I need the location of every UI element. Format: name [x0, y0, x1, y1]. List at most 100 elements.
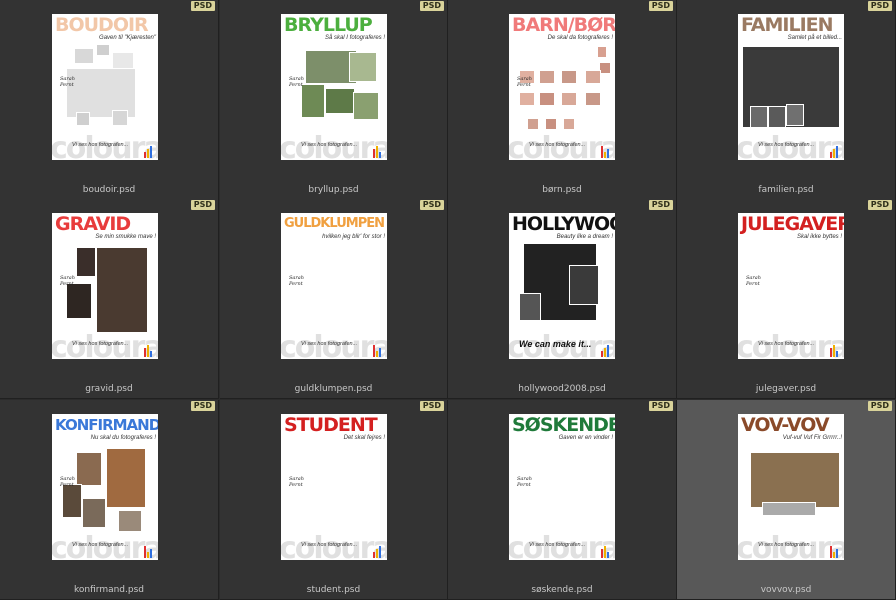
collage-photo: [96, 247, 148, 333]
color-bars: [601, 146, 609, 158]
file-thumbnail[interactable]: SØSKENDE Gaven er en vinder ! Sarah Pernt c…: [509, 414, 615, 560]
thumbnail-subtitle: Det skal fejres !: [343, 435, 385, 441]
color-bar: [147, 345, 149, 357]
collage-photo: [76, 112, 90, 126]
collage-photo: [762, 502, 816, 516]
signature: Sarah Pernt: [746, 275, 761, 287]
color-bar: [607, 149, 609, 158]
thumbnail-subtitle: De skal da fotograferes !: [547, 35, 613, 41]
psd-badge: PSD: [190, 1, 215, 11]
signature: Sarah Pernt: [289, 476, 304, 488]
color-bar: [601, 549, 603, 558]
color-bar: [604, 152, 606, 158]
collage-photo: [106, 448, 146, 508]
file-tile-12[interactable]: PSD VOV-VOV Vuf-vuf Vuf Fir Grrrrr..! colou…: [677, 400, 896, 600]
file-thumbnail[interactable]: STUDENT Det skal fejres ! Sarah Pernt colou…: [281, 414, 387, 560]
thumbnail-title: STUDENT: [284, 414, 378, 436]
file-tile-3[interactable]: PSD BARN/BØRNDe skal da fotograferes ! Sar…: [448, 0, 677, 200]
signature: Sarah Pernt: [517, 476, 532, 488]
file-tile-6[interactable]: PSD GULDKLUMPEN hvilken jeg blir' for stor…: [220, 199, 448, 399]
color-bars: [373, 345, 381, 357]
file-name[interactable]: børn.psd: [448, 185, 676, 195]
file-name[interactable]: julegaver.psd: [677, 384, 895, 394]
psd-badge: PSD: [190, 200, 215, 210]
file-thumbnail[interactable]: GULDKLUMPEN hvilken jeg blir' for stor ! S…: [281, 213, 387, 359]
file-name[interactable]: guldklumpen.psd: [220, 384, 447, 394]
tagline: Vi ses hos fotografen...: [72, 341, 129, 347]
tagline: Vi ses hos fotografen...: [72, 542, 129, 548]
file-name[interactable]: boudoir.psd: [0, 185, 218, 195]
file-name[interactable]: student.psd: [220, 585, 447, 595]
color-bar: [836, 549, 838, 558]
file-tile-2[interactable]: PSD BRYLLUP Så skal I fotograferes ! Sarah …: [220, 0, 448, 200]
psd-badge: PSD: [648, 1, 673, 11]
file-tile-7[interactable]: PSD HOLLYWOODBeauty like a dream !coloura…: [448, 199, 677, 399]
collage-photo: [76, 247, 96, 277]
color-bar: [147, 552, 149, 558]
file-thumbnail[interactable]: BRYLLUP Så skal I fotograferes ! Sarah Per…: [281, 14, 387, 160]
file-thumbnail[interactable]: HOLLYWOODBeauty like a dream !colourart.…: [509, 213, 615, 359]
psd-badge: PSD: [867, 401, 892, 411]
file-name[interactable]: søskende.psd: [448, 585, 676, 595]
collage-photo: [569, 265, 599, 305]
collage-photo: [786, 104, 804, 126]
file-name[interactable]: gravid.psd: [0, 384, 218, 394]
color-bar: [144, 152, 146, 158]
psd-badge: PSD: [648, 200, 673, 210]
collage-photo: [597, 46, 607, 58]
thumbnail-title: JULEGAVER: [741, 213, 844, 235]
color-bar: [373, 345, 375, 357]
collage-photo: [76, 452, 102, 486]
thumbnail-title: GRAVID: [55, 213, 131, 235]
file-tile-4[interactable]: PSD FAMILIENSamlet på et billed...coloura…: [677, 0, 896, 200]
collage-photo: [349, 52, 377, 82]
collage-photo: [561, 70, 577, 84]
file-thumbnail[interactable]: KONFIRMAND Nu skal du fotograferes ! Sarah…: [52, 414, 158, 560]
file-thumbnail[interactable]: BARN/BØRNDe skal da fotograferes ! Sarah …: [509, 14, 615, 160]
file-tile-9[interactable]: PSD KONFIRMAND Nu skal du fotograferes ! Sa…: [0, 400, 219, 600]
thumbnail-subtitle: hvilken jeg blir' for stor !: [322, 234, 385, 240]
file-name[interactable]: hollywood2008.psd: [448, 384, 676, 394]
file-tile-1[interactable]: PSD BOUDOIR Gaven til "Kjæresten" Sarah Per…: [0, 0, 219, 200]
thumbnail-title: FAMILIEN: [741, 14, 834, 36]
color-bar: [601, 351, 603, 357]
file-thumbnail[interactable]: GRAVID Se min smukke mave ! Sarah Pernt col…: [52, 213, 158, 359]
color-bar: [150, 549, 152, 558]
thumbnail-title: BRYLLUP: [284, 14, 373, 36]
tagline: Vi ses hos fotografen...: [301, 542, 358, 548]
file-tile-8[interactable]: PSD JULEGAVER Skal ikke byttes ! Sarah Pern…: [677, 199, 896, 399]
psd-badge: PSD: [648, 401, 673, 411]
collage-photo: [74, 48, 94, 64]
color-bar: [147, 149, 149, 158]
collage-photo: [750, 106, 768, 128]
tagline: We can make it...: [519, 339, 592, 349]
file-thumbnail[interactable]: VOV-VOVVuf-vuf Vuf Fir Grrrrr..!colourar…: [738, 414, 844, 560]
collage-photo: [353, 92, 379, 120]
file-name[interactable]: bryllup.psd: [220, 185, 447, 195]
color-bar: [379, 152, 381, 158]
file-name[interactable]: familien.psd: [677, 185, 895, 195]
thumbnail-title: KONFIRMAND: [55, 416, 158, 434]
color-bars: [144, 146, 152, 158]
collage-photo: [563, 118, 575, 130]
thumbnail-subtitle: Gaven er en vinder !: [558, 435, 613, 441]
collage-photo: [750, 452, 840, 508]
file-thumbnail[interactable]: JULEGAVER Skal ikke byttes ! Sarah Pernt co…: [738, 213, 844, 359]
file-thumbnail[interactable]: FAMILIENSamlet på et billed...colourart.…: [738, 14, 844, 160]
collage-photo: [527, 118, 539, 130]
color-bar: [607, 345, 609, 357]
file-name[interactable]: vovvov.psd: [677, 585, 895, 595]
collage-photo: [325, 88, 355, 114]
color-bar: [830, 348, 832, 357]
color-bar: [376, 351, 378, 357]
file-tile-11[interactable]: PSD SØSKENDE Gaven er en vinder ! Sarah Per…: [448, 400, 677, 600]
file-thumbnail[interactable]: BOUDOIR Gaven til "Kjæresten" Sarah Pernt c…: [52, 14, 158, 160]
color-bar: [144, 546, 146, 558]
file-name[interactable]: konfirmand.psd: [0, 585, 218, 595]
thumbnail-subtitle: Så skal I fotograferes !: [324, 35, 385, 41]
color-bar: [144, 348, 146, 357]
file-tile-10[interactable]: PSD STUDENT Det skal fejres ! Sarah Pernt co…: [220, 400, 448, 600]
tagline: Vi ses hos fotografen...: [72, 142, 129, 148]
file-tile-5[interactable]: PSD GRAVID Se min smukke mave ! Sarah Pernt…: [0, 199, 219, 399]
color-bar: [836, 146, 838, 158]
